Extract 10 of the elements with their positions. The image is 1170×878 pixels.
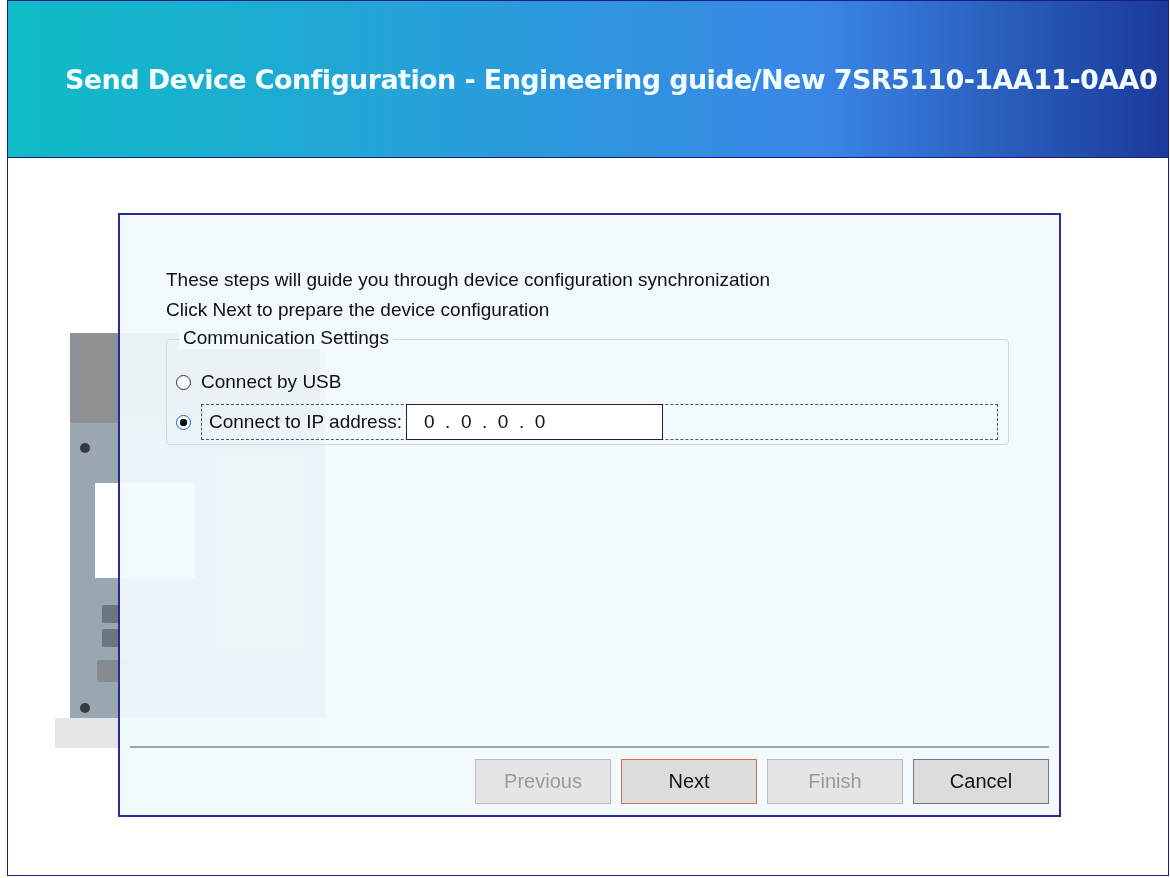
window-title: Send Device Configuration - Engineering guide/New 7SR5110-1AA11-0AA0 (65, 63, 1158, 95)
radio-button[interactable] (176, 374, 191, 390)
radio-button[interactable] (176, 414, 191, 430)
input-field[interactable]: 0 . 0 . 0 . 0 (405, 404, 663, 440)
instruction-text: Click Next to prepare the device configuration (166, 298, 551, 322)
wizard-button[interactable]: Next (621, 759, 757, 804)
wizard-button[interactable]: Cancel (913, 759, 1049, 804)
option-label[interactable]: Connect by USB (201, 371, 342, 393)
option-label[interactable]: Connect to IP address: (202, 411, 406, 433)
instruction-text: These steps will guide you through device configuration synchronization (166, 268, 772, 292)
